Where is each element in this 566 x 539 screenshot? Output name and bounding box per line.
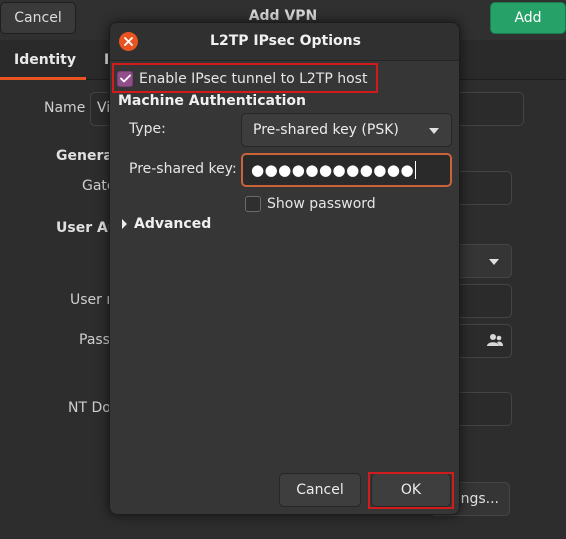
advanced-label: Advanced xyxy=(134,216,212,232)
advanced-expander[interactable]: Advanced xyxy=(122,216,211,232)
tab-identity[interactable]: Identity xyxy=(14,52,76,68)
l2tp-ipsec-options-dialog: L2TP IPsec Options Enable IPsec tunnel t… xyxy=(109,22,460,515)
show-password-checkbox[interactable] xyxy=(245,196,261,212)
password-label: Pass xyxy=(79,332,110,348)
text-caret xyxy=(415,161,417,179)
active-tab-indicator xyxy=(0,77,86,80)
show-password-row[interactable]: Show password xyxy=(245,193,376,215)
general-section-title: Genera xyxy=(56,148,113,164)
enable-ipsec-checkbox[interactable] xyxy=(117,71,133,87)
show-password-label: Show password xyxy=(267,196,376,212)
machine-auth-section-title: Machine Authentication xyxy=(118,93,307,109)
enable-ipsec-checkbox-row[interactable]: Enable IPsec tunnel to L2TP host xyxy=(117,67,367,91)
advanced-settings-label: ings... xyxy=(456,491,499,507)
enable-ipsec-label: Enable IPsec tunnel to L2TP host xyxy=(139,71,368,87)
triangle-right-icon xyxy=(122,219,127,229)
psk-input[interactable]: ●●●●●●●●●●●● xyxy=(241,153,452,187)
type-label: Type: xyxy=(129,121,166,137)
psk-masked-value: ●●●●●●●●●●●● xyxy=(251,161,415,179)
dialog-header: L2TP IPsec Options xyxy=(110,23,459,61)
users-icon[interactable] xyxy=(487,333,503,351)
name-label: Name xyxy=(44,100,86,116)
add-vpn-add-button[interactable]: Add xyxy=(490,2,566,34)
nt-domain-label: NT Do xyxy=(68,400,111,416)
chevron-down-icon xyxy=(429,128,439,134)
ok-highlight xyxy=(368,472,454,509)
psk-label: Pre-shared key: xyxy=(129,161,237,177)
dialog-cancel-button[interactable]: Cancel xyxy=(279,473,361,507)
checkmark-icon xyxy=(119,71,131,87)
dialog-title: L2TP IPsec Options xyxy=(210,33,361,49)
chevron-down-icon xyxy=(489,259,499,265)
auth-type-dropdown[interactable]: Pre-shared key (PSK) xyxy=(241,113,452,147)
auth-type-value: Pre-shared key (PSK) xyxy=(253,122,399,138)
